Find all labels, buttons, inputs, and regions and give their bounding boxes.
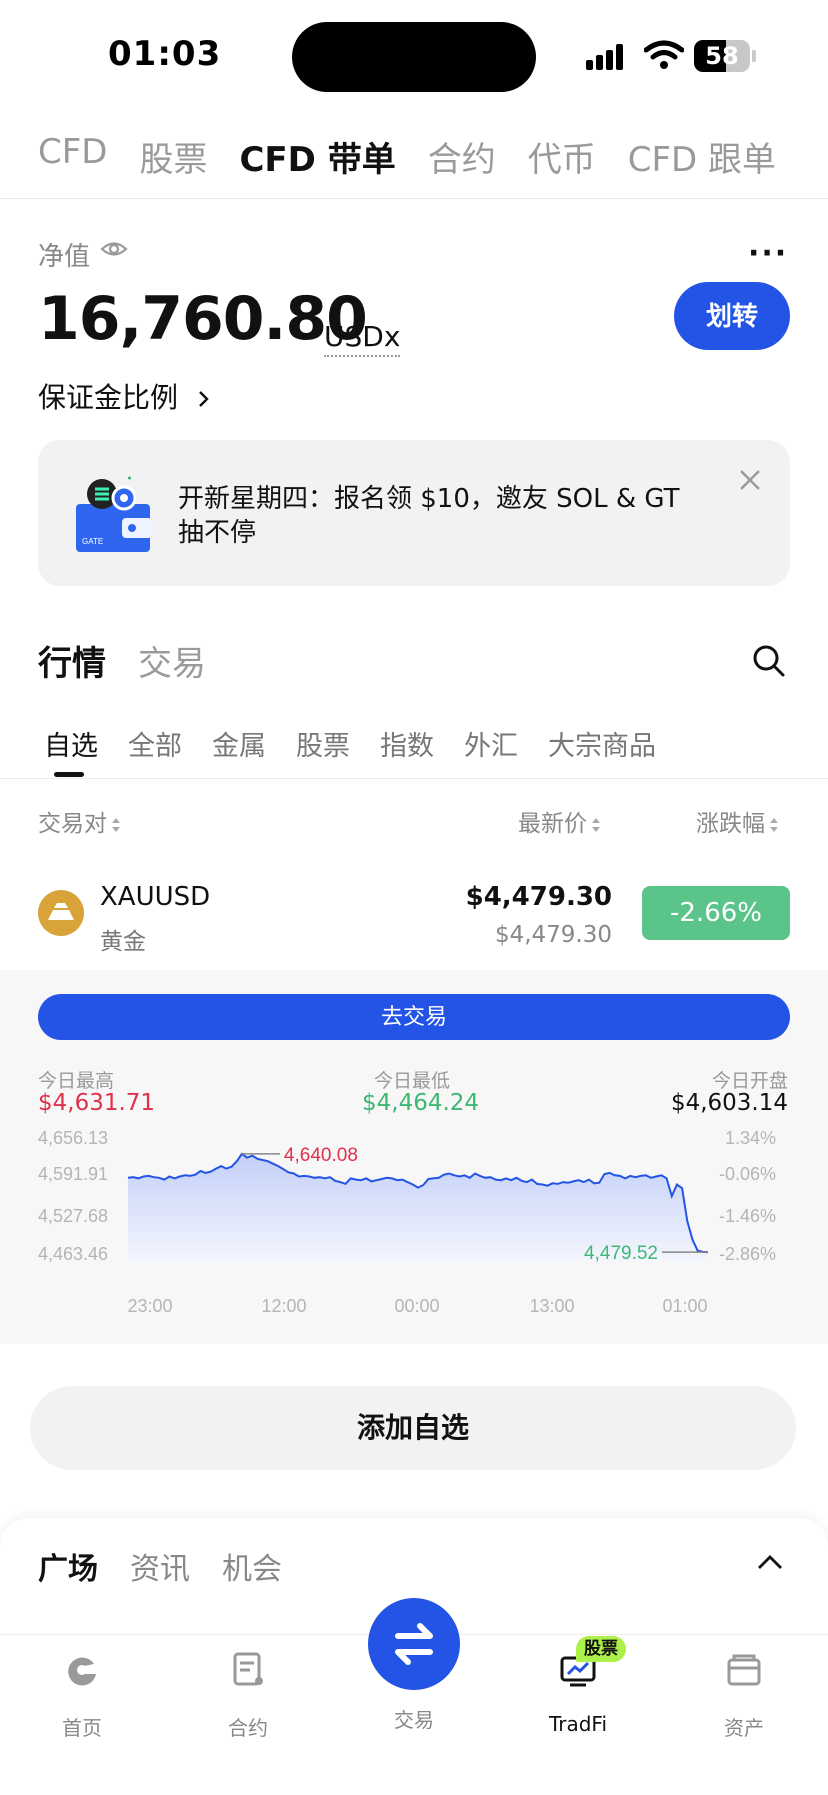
divider <box>0 778 828 779</box>
column-pair[interactable]: 交易对 <box>38 804 121 838</box>
x-tick: 23:00 <box>127 1296 172 1316</box>
today-high-value: $4,631.71 <box>38 1090 156 1116</box>
active-tab-indicator <box>54 772 84 777</box>
category-tabs: 自选 全部 金属 股票 指数 外汇 大宗商品 <box>44 724 686 763</box>
nav-futures-label: 合约 <box>228 1716 268 1740</box>
column-last-price[interactable]: 最新价 <box>518 804 601 838</box>
last-annotation: 4,479.52 <box>584 1243 658 1264</box>
last-price: $4,479.30 <box>465 882 612 912</box>
column-pair-label: 交易对 <box>38 811 107 837</box>
tab-market[interactable]: 行情 <box>38 636 106 685</box>
y-tick-right: -2.86% <box>719 1244 776 1264</box>
status-time: 01:03 <box>108 34 222 74</box>
close-icon[interactable] <box>736 466 764 494</box>
sort-icon <box>592 817 600 832</box>
tab-plaza[interactable]: 广场 <box>38 1544 98 1588</box>
column-last-label: 最新价 <box>518 811 587 837</box>
x-tick: 12:00 <box>261 1296 306 1316</box>
today-low-label: 今日最低 <box>374 1070 451 1092</box>
wifi-icon <box>644 40 684 69</box>
margin-ratio-label: 保证金比例 <box>38 381 179 414</box>
chevron-right-icon <box>199 391 209 407</box>
symbol[interactable]: XAUUSD <box>100 882 210 912</box>
subtab-commodities[interactable]: 大宗商品 <box>548 724 656 763</box>
y-tick-right: -1.46% <box>719 1206 776 1226</box>
change-badge[interactable]: -2.66% <box>642 886 790 940</box>
x-tick: 00:00 <box>394 1296 439 1316</box>
today-open-label: 今日开盘 <box>711 1070 788 1092</box>
search-icon[interactable] <box>752 644 786 678</box>
subtab-all[interactable]: 全部 <box>128 724 182 763</box>
last-price-sub: $4,479.30 <box>494 922 612 948</box>
x-tick: 01:00 <box>662 1296 707 1316</box>
nav-tradfi-label: TradFi <box>548 1712 608 1736</box>
y-tick-left: 4,463.46 <box>38 1244 108 1264</box>
subtab-metals[interactable]: 金属 <box>212 724 266 763</box>
y-tick-left: 4,591.91 <box>38 1164 108 1184</box>
tab-trade[interactable]: 交易 <box>138 636 206 685</box>
tab-cfd[interactable]: CFD <box>38 132 107 181</box>
gold-bar-icon <box>38 890 84 936</box>
net-value-label: 净值 <box>38 242 91 272</box>
promo-wallet-illustration: GATE <box>76 476 152 552</box>
net-value-unit[interactable]: USDx <box>324 320 401 357</box>
today-open-value: $4,603.14 <box>670 1090 788 1116</box>
tab-tokens[interactable]: 代币 <box>528 132 596 181</box>
y-tick-right: 1.34% <box>725 1130 776 1148</box>
tab-cfd-lead[interactable]: CFD 带单 <box>239 132 395 181</box>
column-change[interactable]: 涨跌幅 <box>696 804 779 838</box>
eye-icon[interactable] <box>100 238 128 260</box>
tab-news[interactable]: 资讯 <box>130 1544 190 1588</box>
more-icon[interactable]: ··· <box>748 236 788 271</box>
nav-assets[interactable]: 资产 <box>684 1650 804 1741</box>
sort-icon <box>770 817 778 832</box>
y-tick-right: -0.06% <box>719 1164 776 1184</box>
home-icon <box>68 1657 96 1686</box>
nav-home[interactable]: 首页 <box>22 1650 142 1741</box>
price-chart[interactable]: 4,656.13 4,591.91 4,527.68 4,463.46 1.34% -0.… <box>0 1130 828 1330</box>
subtab-indices[interactable]: 指数 <box>380 724 434 763</box>
futures-icon <box>233 1652 263 1686</box>
tab-stocks[interactable]: 股票 <box>139 132 207 181</box>
nav-home-label: 首页 <box>62 1716 102 1740</box>
battery-level: 58 <box>705 42 739 70</box>
nav-tradfi[interactable]: TradFi <box>518 1650 638 1736</box>
nav-trade-label: 交易 <box>394 1708 434 1732</box>
column-change-label: 涨跌幅 <box>696 811 765 837</box>
top-tab-bar: CFD 股票 CFD 带单 合约 代币 CFD 跟单 <box>38 132 808 181</box>
battery-icon: 58 <box>694 40 750 72</box>
nav-assets-label: 资产 <box>724 1716 764 1740</box>
tab-cfd-copy[interactable]: CFD 跟单 <box>628 132 776 181</box>
tab-futures[interactable]: 合约 <box>428 132 496 181</box>
go-trade-button[interactable]: 去交易 <box>38 994 790 1040</box>
symbol-name: 黄金 <box>100 929 146 955</box>
chevron-up-icon[interactable] <box>756 1552 784 1572</box>
today-low-value: $4,464.24 <box>362 1090 480 1116</box>
x-tick: 13:00 <box>529 1296 574 1316</box>
sort-icon <box>112 817 120 832</box>
battery-tip <box>752 50 756 62</box>
nav-futures[interactable]: 合约 <box>188 1650 308 1741</box>
subtab-watchlist[interactable]: 自选 <box>44 724 98 763</box>
dynamic-island <box>292 22 536 92</box>
trade-fab[interactable] <box>368 1598 460 1690</box>
today-high-label: 今日最高 <box>38 1070 115 1092</box>
subtab-forex[interactable]: 外汇 <box>464 724 518 763</box>
y-tick-left: 4,656.13 <box>38 1130 108 1148</box>
swap-icon <box>395 1623 433 1665</box>
tab-opportunity[interactable]: 机会 <box>222 1544 282 1588</box>
margin-ratio-link[interactable]: 保证金比例 <box>38 376 213 416</box>
promo-text: 开新星期四：报名领 $10，邀友 SOL & GT 抽不停 <box>178 484 680 548</box>
transfer-button[interactable]: 划转 <box>674 282 790 350</box>
add-watchlist-button[interactable]: 添加自选 <box>30 1386 796 1470</box>
net-value: 16,760.80 <box>38 284 368 354</box>
wallet-icon <box>727 1654 761 1686</box>
stock-badge: 股票 <box>576 1636 626 1662</box>
divider <box>0 198 828 199</box>
cellular-signal-icon <box>586 42 630 70</box>
y-tick-left: 4,527.68 <box>38 1206 108 1226</box>
subtab-stocks[interactable]: 股票 <box>296 724 350 763</box>
promo-brand-text: GATE <box>82 537 103 546</box>
max-annotation: 4,640.08 <box>284 1145 358 1166</box>
